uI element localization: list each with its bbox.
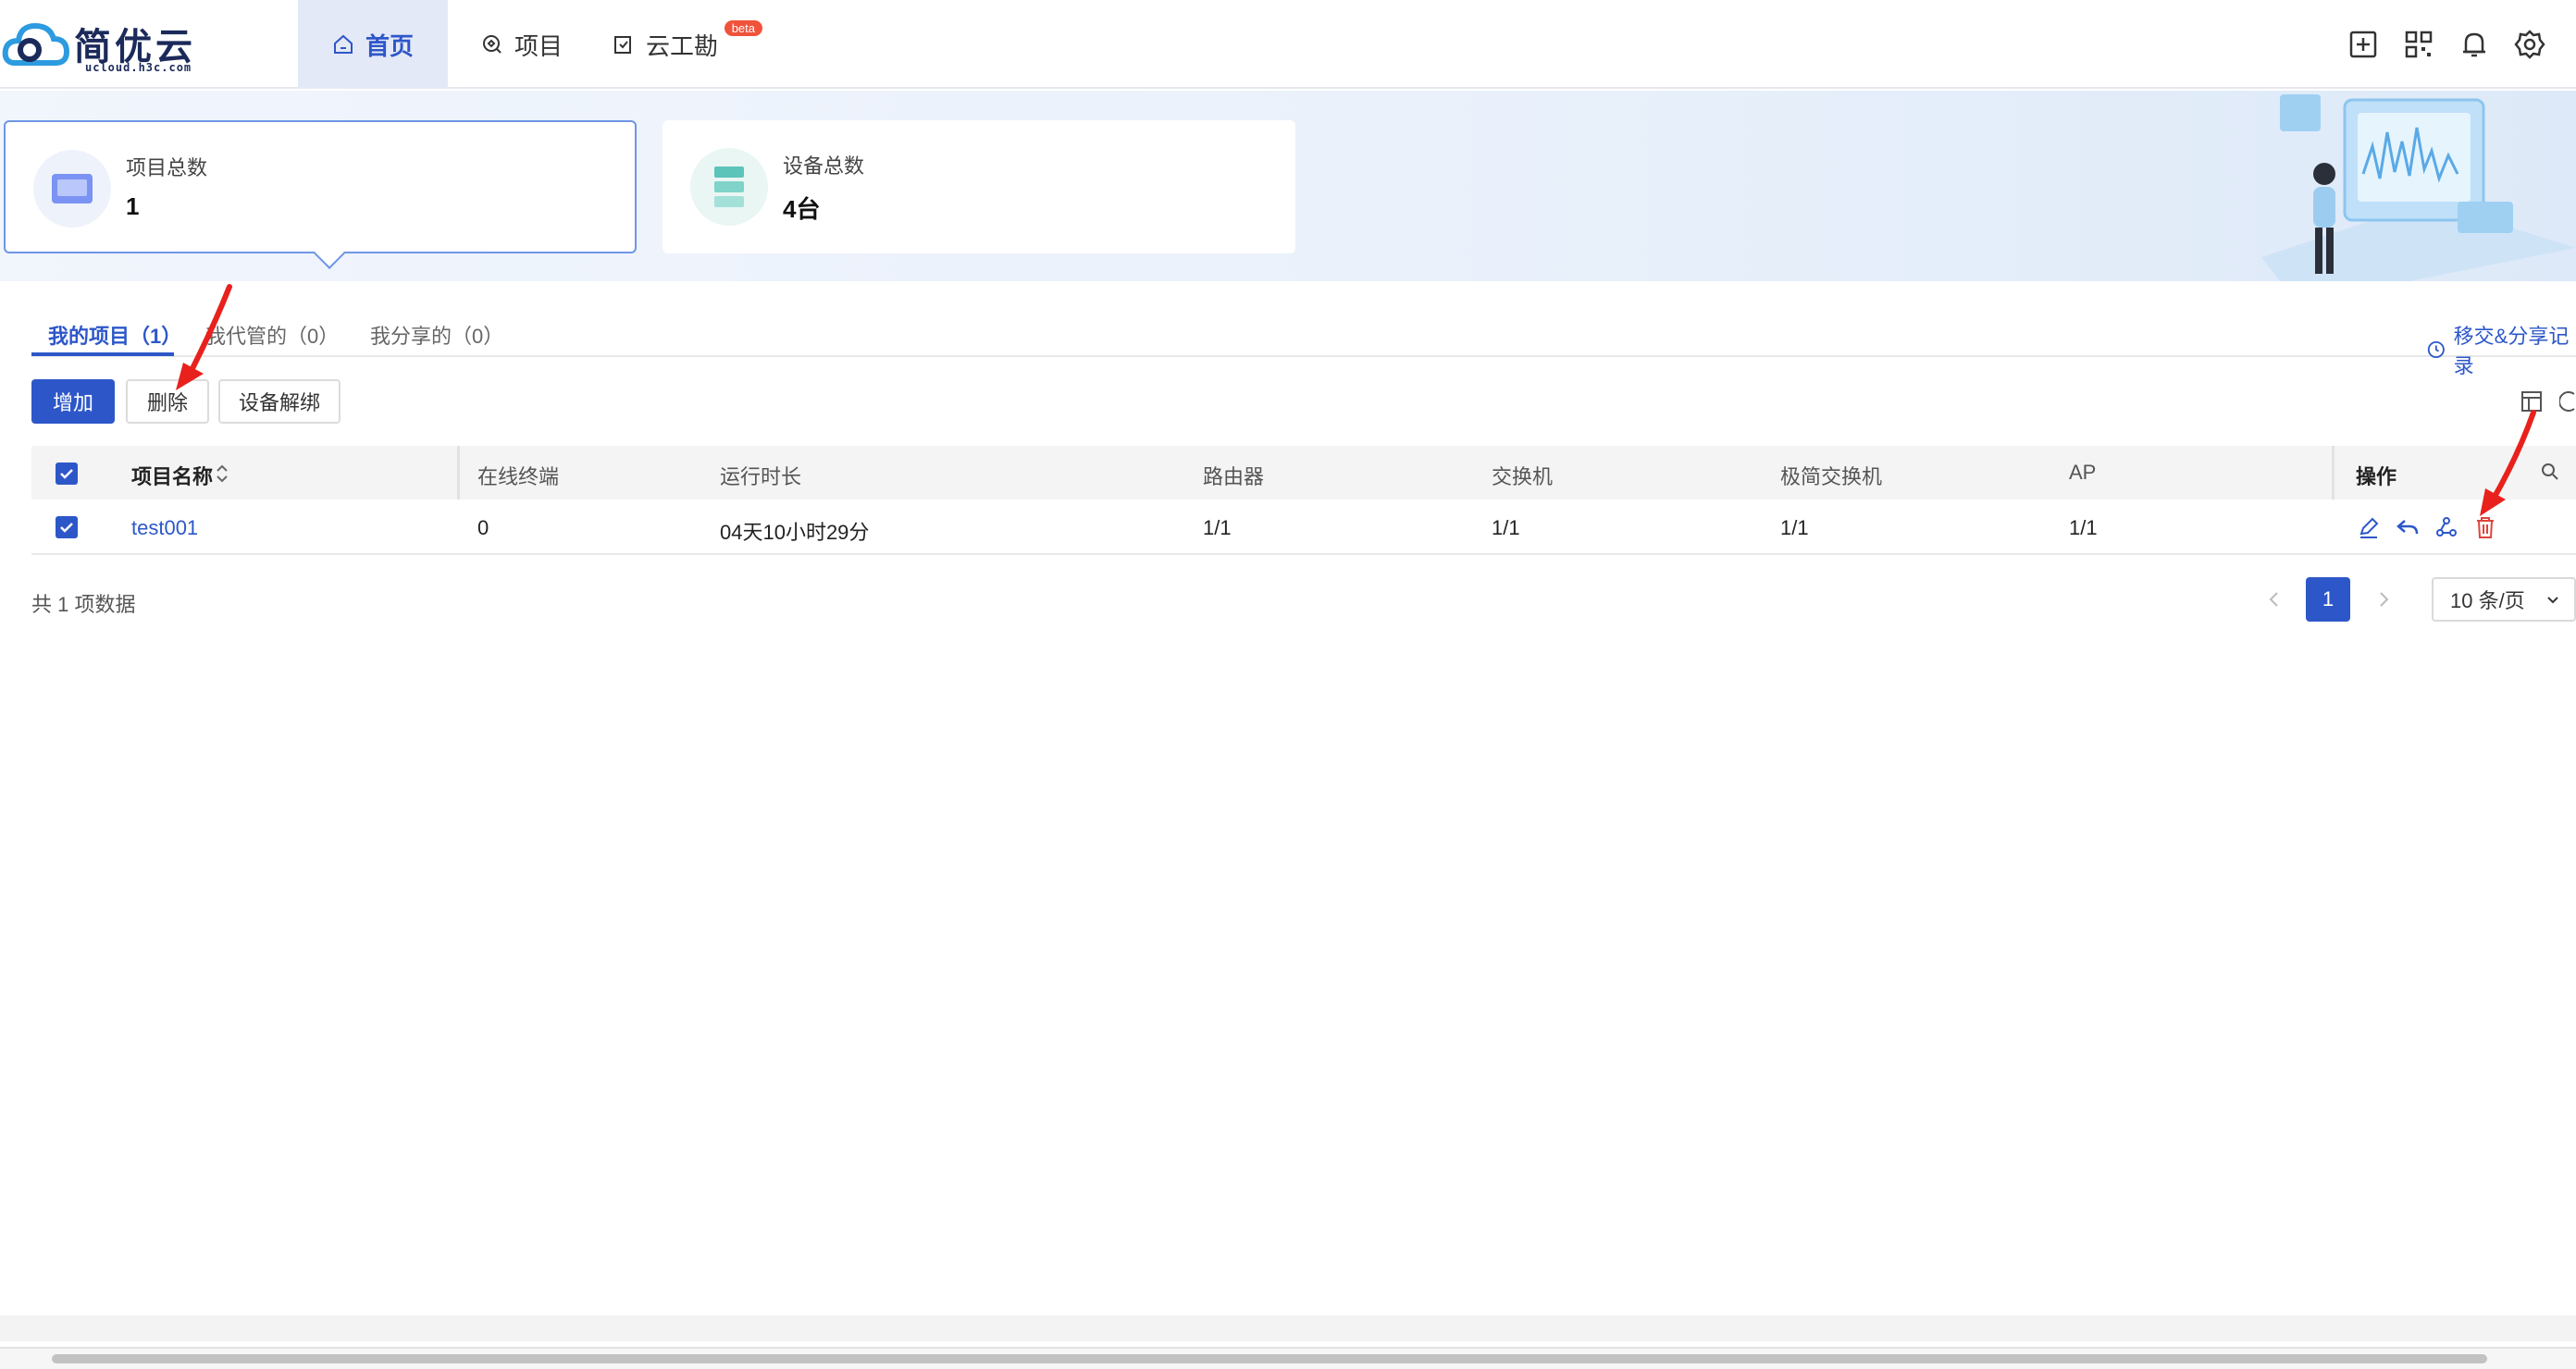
- nav-survey-label: 云工勘: [646, 31, 719, 60]
- device-total-value: 4台: [783, 195, 821, 223]
- survey-icon: [614, 36, 631, 54]
- gear-icon[interactable]: [2513, 28, 2546, 61]
- table-header: 项目名称 在线终端 运行时长 路由器 交换机 极简交换机 AP 操作: [31, 446, 2576, 555]
- next-page-icon[interactable]: [2372, 588, 2395, 610]
- row-checkbox[interactable]: [56, 516, 78, 538]
- device-stat-icon: [690, 148, 768, 226]
- home-icon: [333, 34, 353, 54]
- page-1-button[interactable]: 1: [2306, 577, 2350, 622]
- edit-icon[interactable]: [2356, 514, 2382, 540]
- tab-my-projects[interactable]: 我的项目（1）: [48, 320, 181, 350]
- transfer-icon[interactable]: [2395, 514, 2421, 540]
- qrcode-icon[interactable]: [2402, 28, 2435, 61]
- sort-icon[interactable]: [215, 462, 229, 485]
- records-link-label: 移交&分享记录: [2453, 325, 2570, 377]
- add-button[interactable]: 增加: [31, 379, 115, 424]
- nav-tab-home[interactable]: 首页: [298, 0, 448, 89]
- header-router: 路由器: [1203, 465, 1265, 488]
- beta-badge: beta: [724, 20, 762, 36]
- cell-online-terminals: 0: [477, 516, 489, 539]
- chevron-down-icon: [2547, 597, 2558, 604]
- page-bottom-band: [0, 1315, 2576, 1341]
- active-tab-indicator: [31, 352, 174, 356]
- bell-icon[interactable]: [2458, 28, 2491, 61]
- header-ap: AP: [2069, 461, 2097, 484]
- refresh-icon[interactable]: [2559, 388, 2576, 414]
- cell-simple-switch: 1/1: [1780, 516, 1809, 539]
- header-uptime: 运行时长: [720, 465, 802, 488]
- project-total-value: 1: [126, 192, 140, 220]
- device-total-label: 设备总数: [783, 154, 865, 178]
- stat-card-projects[interactable]: 项目总数 1: [4, 120, 637, 269]
- page-size-select[interactable]: 10 条/页: [2432, 577, 2576, 622]
- header-online-terminals: 在线终端: [477, 465, 560, 488]
- project-stat-icon: [33, 150, 111, 228]
- page-size-value: 10 条/页: [2450, 589, 2525, 612]
- share-icon[interactable]: [2434, 514, 2459, 540]
- horizontal-scrollbar-thumb[interactable]: [52, 1354, 2487, 1363]
- project-icon: [483, 35, 502, 54]
- transfer-share-records-link[interactable]: 移交&分享记录: [2426, 320, 2576, 379]
- tabs-divider: [31, 355, 2576, 357]
- banner-illustration: [2261, 94, 2576, 281]
- total-count-label: 共 1 项数据: [31, 593, 136, 616]
- cloud-logo-icon: [2, 22, 70, 66]
- brand-domain: ucloud.h3c.com: [85, 61, 192, 74]
- stat-card-devices[interactable]: 设备总数 4台: [663, 120, 1295, 253]
- header-project-name[interactable]: 项目名称: [131, 461, 213, 490]
- prev-page-icon[interactable]: [2263, 588, 2285, 610]
- nav-projects-label: 项目: [514, 31, 564, 60]
- cell-uptime: 04天10小时29分: [720, 521, 870, 544]
- nav-tab-survey[interactable]: 云工勘 beta: [613, 0, 762, 89]
- brand-logo[interactable]: 简优云 ucloud.h3c.com: [2, 15, 205, 74]
- annotation-arrow-trash: [2480, 410, 2536, 516]
- tab-shared-projects[interactable]: 我分享的（0）: [370, 320, 503, 350]
- nav-tab-projects[interactable]: 项目: [481, 0, 583, 89]
- clock-icon: [2427, 340, 2445, 359]
- add-square-icon[interactable]: [2347, 28, 2380, 61]
- project-name-link[interactable]: test001: [131, 516, 198, 540]
- nav-home-label: 首页: [365, 31, 414, 60]
- cell-router: 1/1: [1203, 516, 1232, 539]
- annotation-arrow-delete: [176, 284, 232, 390]
- cell-switch: 1/1: [1492, 516, 1520, 539]
- header-switch: 交换机: [1492, 465, 1554, 488]
- header-simple-switch: 极简交换机: [1780, 465, 1883, 488]
- cell-ap: 1/1: [2069, 516, 2098, 539]
- table-row: test001 0 04天10小时29分 1/1 1/1 1/1 1/1: [31, 500, 2576, 555]
- header-operations: 操作: [2356, 465, 2397, 488]
- project-total-label: 项目总数: [126, 156, 208, 179]
- select-all-checkbox[interactable]: [56, 462, 78, 485]
